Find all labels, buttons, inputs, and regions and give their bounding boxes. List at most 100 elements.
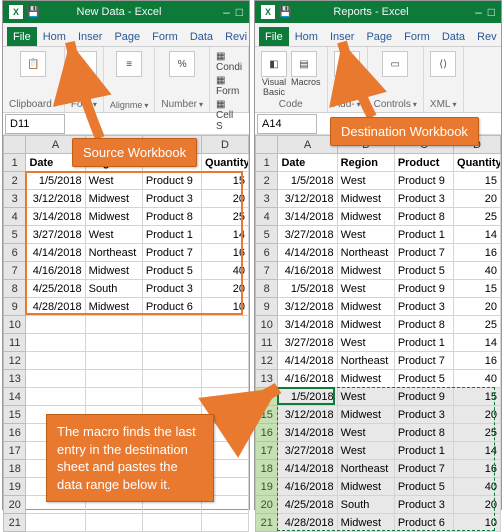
cell[interactable]: 40 (454, 370, 501, 388)
row-header[interactable]: 15 (256, 406, 278, 424)
cell[interactable] (85, 388, 142, 406)
row-header[interactable]: 7 (4, 262, 26, 280)
cell[interactable]: Product 5 (142, 262, 201, 280)
row-header[interactable]: 2 (4, 172, 26, 190)
row-header[interactable]: 6 (256, 244, 278, 262)
cell[interactable]: 40 (454, 262, 501, 280)
spreadsheet-table[interactable]: ABCD1DateRegionProductQuantity21/5/2018W… (255, 135, 501, 532)
cell[interactable] (142, 352, 201, 370)
cell[interactable]: Product 3 (394, 406, 453, 424)
cell[interactable]: 40 (454, 478, 501, 496)
cell[interactable]: 4/28/2018 (278, 514, 337, 532)
cell[interactable]: 3/27/2018 (278, 334, 337, 352)
cell[interactable]: Product 3 (394, 190, 453, 208)
table-header-cell[interactable]: Quantity (202, 154, 249, 172)
cell[interactable] (202, 316, 249, 334)
row-header[interactable]: 3 (4, 190, 26, 208)
cell[interactable]: 4/16/2018 (278, 478, 337, 496)
row-header[interactable]: 17 (256, 442, 278, 460)
cell[interactable] (142, 388, 201, 406)
cell[interactable]: 4/16/2018 (278, 370, 337, 388)
cell[interactable] (26, 334, 85, 352)
cell[interactable]: 1/5/2018 (278, 280, 337, 298)
cell[interactable]: 3/14/2018 (278, 424, 337, 442)
row-header[interactable]: 9 (4, 298, 26, 316)
cell[interactable]: 4/28/2018 (26, 298, 85, 316)
row-header[interactable]: 8 (256, 280, 278, 298)
cell[interactable]: 40 (202, 262, 249, 280)
cell[interactable]: 25 (202, 208, 249, 226)
maximize-icon[interactable]: □ (488, 5, 495, 19)
cell[interactable] (142, 370, 201, 388)
cell[interactable]: West (337, 226, 394, 244)
row-header[interactable]: 8 (4, 280, 26, 298)
macros-icon[interactable]: ▤ (291, 51, 317, 77)
row-header[interactable]: 9 (256, 298, 278, 316)
cell[interactable]: Midwest (337, 514, 394, 532)
cell[interactable]: Midwest (337, 478, 394, 496)
cell[interactable]: 15 (454, 280, 501, 298)
cell[interactable]: 4/14/2018 (278, 352, 337, 370)
cell[interactable]: Product 9 (394, 388, 453, 406)
row-header[interactable]: 1 (4, 154, 26, 172)
cell[interactable]: 16 (454, 352, 501, 370)
cell[interactable]: 16 (202, 244, 249, 262)
cell[interactable]: Product 3 (394, 298, 453, 316)
table-header-cell[interactable]: Quantity (454, 154, 501, 172)
table-header-cell[interactable]: Region (337, 154, 394, 172)
row-header[interactable]: 18 (4, 460, 26, 478)
cell[interactable]: 10 (202, 298, 249, 316)
cell[interactable]: 3/12/2018 (278, 406, 337, 424)
cell[interactable]: Northeast (337, 460, 394, 478)
row-header[interactable]: 21 (256, 514, 278, 532)
minimize-icon[interactable]: – (223, 5, 230, 19)
cell[interactable]: Northeast (85, 244, 142, 262)
ribbon-tab[interactable]: Hom (37, 27, 72, 46)
cell[interactable]: 14 (454, 226, 501, 244)
cell[interactable] (202, 370, 249, 388)
cell[interactable]: Midwest (337, 208, 394, 226)
cell[interactable]: 16 (454, 244, 501, 262)
cell[interactable]: 14 (202, 226, 249, 244)
row-header[interactable]: 12 (256, 352, 278, 370)
number-icon[interactable]: % (169, 51, 195, 77)
cell[interactable]: Product 7 (142, 244, 201, 262)
grid-right[interactable]: ABCD1DateRegionProductQuantity21/5/2018W… (255, 135, 501, 532)
cell[interactable] (26, 352, 85, 370)
cell[interactable]: Midwest (337, 262, 394, 280)
cell[interactable]: Product 7 (394, 460, 453, 478)
ribbon-button[interactable]: ▦ Cell S (216, 99, 242, 132)
row-header[interactable]: 12 (4, 352, 26, 370)
column-header[interactable]: D (202, 136, 249, 154)
ribbon-tab[interactable]: File (7, 27, 37, 46)
cell[interactable] (142, 316, 201, 334)
select-all-cell[interactable] (256, 136, 278, 154)
cell[interactable]: Midwest (337, 406, 394, 424)
row-header[interactable]: 19 (4, 478, 26, 496)
cell[interactable]: Product 9 (394, 280, 453, 298)
cell[interactable]: 4/16/2018 (278, 262, 337, 280)
addins-icon[interactable]: ⊞ (334, 51, 360, 77)
row-header[interactable]: 1 (256, 154, 278, 172)
cell[interactable]: Product 3 (394, 496, 453, 514)
row-header[interactable]: 7 (256, 262, 278, 280)
visual-basic-icon[interactable]: ◧ (261, 51, 287, 77)
cell[interactable] (142, 514, 201, 532)
row-header[interactable]: 13 (256, 370, 278, 388)
maximize-icon[interactable]: □ (236, 5, 243, 19)
cell[interactable]: 3/27/2018 (278, 442, 337, 460)
table-header-cell[interactable]: Date (278, 154, 337, 172)
row-header[interactable]: 15 (4, 406, 26, 424)
cell[interactable]: Product 8 (394, 316, 453, 334)
cell[interactable]: Northeast (337, 352, 394, 370)
cell[interactable]: Product 6 (394, 514, 453, 532)
cell[interactable]: Midwest (337, 316, 394, 334)
ribbon-tab[interactable]: Inser (72, 27, 108, 46)
cell[interactable]: Product 6 (142, 298, 201, 316)
cell[interactable]: 20 (454, 298, 501, 316)
cell[interactable]: Product 1 (142, 226, 201, 244)
ribbon-tab[interactable]: Form (398, 27, 436, 46)
ribbon-tab[interactable]: Rev (471, 27, 503, 46)
cell[interactable]: 3/27/2018 (278, 226, 337, 244)
cell[interactable]: Midwest (337, 190, 394, 208)
